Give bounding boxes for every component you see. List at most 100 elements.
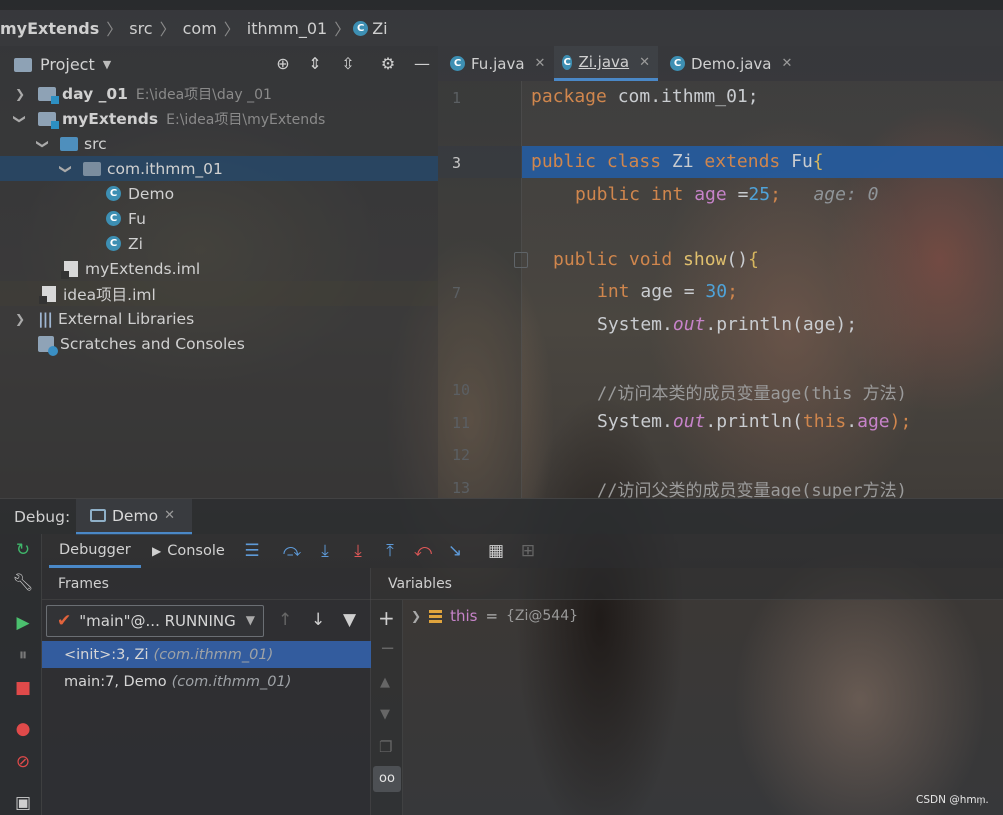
project-view-selector[interactable]: Project ▼ <box>14 55 111 74</box>
chevron-down-icon[interactable]: ❯ <box>36 137 50 151</box>
add-watch-icon[interactable]: + <box>378 606 395 630</box>
frames-title: Frames <box>42 568 371 600</box>
layout-icon[interactable]: ☰ <box>241 540 263 562</box>
tree-item-label: Scratches and Consoles <box>60 334 245 353</box>
code-line-package: package com.ithmm_01; <box>531 86 759 107</box>
chevron-right-icon: 〉 <box>223 20 240 39</box>
chevron-down-icon[interactable]: ❯ <box>13 112 27 126</box>
line-number: 1 <box>452 89 462 107</box>
chevron-right-icon[interactable]: ❯ <box>13 87 27 101</box>
line-number: 13 <box>452 479 471 497</box>
tree-item-fu[interactable]: C Fu <box>0 206 438 231</box>
title-strip <box>0 0 1003 10</box>
step-out-icon[interactable]: ⤒ <box>379 540 401 562</box>
tab-debugger[interactable]: Debugger <box>49 534 141 568</box>
tab-label: Fu.java <box>471 54 525 73</box>
tab-console[interactable]: ▶ Console <box>142 534 235 568</box>
tree-item-day01[interactable]: ❯ day _01 E:\idea项目\day _01 <box>0 81 438 106</box>
class-icon: C <box>106 211 121 226</box>
pause-icon[interactable]: ⏸ <box>12 644 34 666</box>
frame-package: (com.ithmm_01) <box>171 673 292 690</box>
breadcrumb-class[interactable]: Zi <box>368 19 391 38</box>
close-icon[interactable]: ✕ <box>535 56 546 71</box>
wrench-icon[interactable]: 🔧︎ <box>12 572 34 594</box>
chevron-right-icon[interactable]: ❯ <box>13 312 27 326</box>
minimize-icon[interactable]: — <box>412 54 432 74</box>
breadcrumb: myExtends 〉 src 〉 com 〉 ithmm_01 〉 C Zi <box>0 10 1003 46</box>
close-icon[interactable]: ✕ <box>639 55 650 70</box>
collapse-all-icon[interactable]: ⇳ <box>338 54 358 74</box>
move-down-icon[interactable]: ▼ <box>380 707 390 722</box>
arrow-down-icon[interactable]: ↓ <box>311 610 325 630</box>
variable-equals: = <box>485 607 499 625</box>
module-folder-icon <box>38 86 59 104</box>
tree-item-demo[interactable]: C Demo <box>0 181 438 206</box>
tree-item-external-libraries[interactable]: ❯ ||| External Libraries <box>0 306 438 331</box>
fold-marker-icon[interactable] <box>514 252 528 268</box>
resume-icon[interactable]: ▶ <box>12 612 34 634</box>
step-into-icon[interactable]: ⤓ <box>314 540 336 562</box>
tree-item-package[interactable]: ❯ com.ithmm_01 <box>0 156 438 181</box>
watermark: CSDN @hmm᷊. <box>916 794 989 806</box>
glasses-icon[interactable]: oo <box>373 766 401 792</box>
drop-frame-icon[interactable]: ⤺ <box>412 540 434 562</box>
breadcrumb-src[interactable]: src <box>125 19 156 38</box>
force-step-into-icon[interactable]: ⤓ <box>347 540 369 562</box>
class-icon: C <box>562 54 573 70</box>
frames-panel: Frames ✔ "main"@... RUNNING ▼ ↑ ↓ ▼ <ini… <box>42 568 371 815</box>
stop-icon[interactable]: ■ <box>12 677 34 699</box>
trace-icon[interactable]: ⊞ <box>517 540 539 562</box>
arrow-up-icon[interactable]: ↑ <box>278 610 292 630</box>
frame-method: <init>:3, Zi <box>64 646 149 663</box>
tab-fu-java[interactable]: C Fu.java ✕ <box>442 46 553 81</box>
chevron-right-icon[interactable]: ❯ <box>411 609 421 623</box>
rerun-icon[interactable]: ↻ <box>12 539 34 561</box>
source-folder-icon <box>60 136 78 151</box>
project-panel-title: Project <box>40 55 95 74</box>
debug-session-tab[interactable]: Demo ✕ <box>76 499 192 535</box>
close-icon[interactable]: ✕ <box>782 56 793 71</box>
variable-row[interactable]: ❯ this = {Zi@544} <box>411 604 578 628</box>
mute-breakpoints-icon[interactable]: ⊘ <box>12 751 34 773</box>
tab-demo-java[interactable]: C Demo.java ✕ <box>662 46 800 81</box>
expand-all-icon[interactable]: ⇕ <box>305 54 325 74</box>
thread-selector-value: "main"@... RUNNING <box>79 612 236 630</box>
breadcrumb-com[interactable]: com <box>179 19 221 38</box>
thread-selector[interactable]: ✔ "main"@... RUNNING ▼ <box>46 605 264 637</box>
field-icon <box>429 609 443 623</box>
filter-icon[interactable]: ▼ <box>343 610 356 630</box>
breadcrumb-package[interactable]: ithmm_01 <box>243 19 331 38</box>
move-up-icon[interactable]: ▲ <box>380 675 390 690</box>
copy-icon[interactable]: ❐ <box>379 738 392 756</box>
tree-item-myextends-iml[interactable]: myExtends.iml <box>0 256 438 281</box>
close-icon[interactable]: ✕ <box>164 508 175 523</box>
breadcrumb-project[interactable]: myExtends <box>0 19 103 38</box>
tree-item-idea-iml[interactable]: idea项目.iml <box>0 281 438 306</box>
tree-item-label: idea项目.iml <box>63 285 156 304</box>
evaluate-expression-icon[interactable]: ▦ <box>485 540 507 562</box>
step-over-icon[interactable]: ⤼ <box>281 540 303 562</box>
scratches-icon <box>38 335 58 356</box>
run-to-cursor-icon[interactable]: ↘ <box>444 540 466 562</box>
code-line-println-1: System.out.println(age); <box>597 314 858 335</box>
code-line-field: public int age =25; age: 0 <box>575 184 879 205</box>
code-area[interactable]: package com.ithmm_01; public class Zi ex… <box>531 86 1001 501</box>
console-icon: ▶ <box>152 544 162 558</box>
frame-item[interactable]: main:7, Demo (com.ithmm_01) <box>42 668 371 695</box>
tree-item-src[interactable]: ❯ src <box>0 131 438 156</box>
tree-item-path: E:\idea项目\day _01 <box>135 86 272 103</box>
tree-item-myextends[interactable]: ❯ myExtends E:\idea项目\myExtends <box>0 106 438 131</box>
view-breakpoints-icon[interactable]: ● <box>12 718 34 740</box>
variable-name: this <box>450 607 478 625</box>
tab-zi-java[interactable]: C Zi.java ✕ <box>554 46 658 81</box>
tree-item-zi[interactable]: C Zi <box>0 231 438 256</box>
variable-value: {Zi@544} <box>506 608 579 624</box>
locate-icon[interactable]: ⊕ <box>273 54 293 74</box>
tree-item-label: myExtends <box>62 109 159 128</box>
tree-item-scratches[interactable]: Scratches and Consoles <box>0 331 438 356</box>
camera-icon[interactable]: ▣ <box>12 792 34 814</box>
chevron-down-icon[interactable]: ❯ <box>59 162 73 176</box>
frame-item[interactable]: <init>:3, Zi (com.ithmm_01) <box>42 641 371 668</box>
gear-icon[interactable]: ⚙ <box>378 54 398 74</box>
remove-watch-icon[interactable]: − <box>380 638 395 659</box>
